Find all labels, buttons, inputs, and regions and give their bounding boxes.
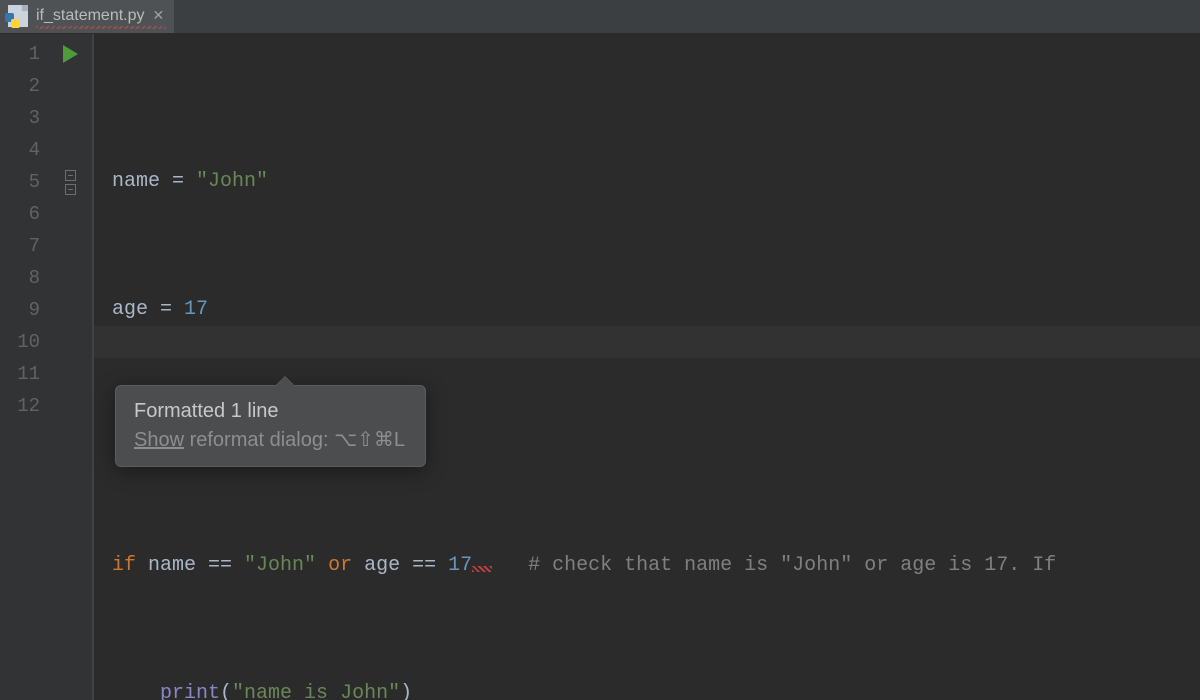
tab-bar: if_statement.py ✕ — [0, 0, 1200, 34]
line-number: 7 — [0, 230, 40, 262]
code-line: if name == "John" or age == 17 # check t… — [112, 550, 1200, 582]
fold-region-icon[interactable] — [65, 170, 76, 195]
current-line-highlight — [94, 326, 1200, 358]
shortcut-label: ⌥⇧⌘L — [334, 429, 405, 451]
code-line: age = 17 — [112, 294, 1200, 326]
line-number: 4 — [0, 134, 40, 166]
line-number: 2 — [0, 70, 40, 102]
line-number: 11 — [0, 358, 40, 390]
tooltip-subtitle: Show reformat dialog: ⌥⇧⌘L — [134, 427, 405, 452]
close-icon[interactable]: ✕ — [153, 8, 165, 25]
line-number: 5 — [0, 166, 40, 198]
show-link[interactable]: Show — [134, 429, 184, 451]
code-line: print("name is John") — [112, 678, 1200, 700]
gutter-icon-column — [48, 34, 92, 700]
line-number: 12 — [0, 390, 40, 422]
code-editor[interactable]: 1 2 3 4 5 6 7 8 9 10 11 12 name = "John"… — [0, 34, 1200, 700]
syntax-error-icon — [472, 566, 492, 572]
line-number: 9 — [0, 294, 40, 326]
line-number: 10 — [0, 326, 40, 358]
code-line: name = "John" — [112, 166, 1200, 198]
line-number: 1 — [0, 38, 40, 70]
line-number: 3 — [0, 102, 40, 134]
line-number: 8 — [0, 262, 40, 294]
file-tab[interactable]: if_statement.py ✕ — [0, 0, 174, 33]
line-number-gutter: 1 2 3 4 5 6 7 8 9 10 11 12 — [0, 34, 48, 700]
python-file-icon — [8, 5, 28, 27]
tab-filename: if_statement.py — [36, 7, 145, 25]
run-icon[interactable] — [63, 45, 78, 63]
line-number: 6 — [0, 198, 40, 230]
code-area[interactable]: name = "John" age = 17 if name == "John"… — [94, 34, 1200, 700]
tab-error-underline — [36, 26, 166, 29]
reformat-notification-popup: Formatted 1 line Show reformat dialog: ⌥… — [115, 385, 426, 467]
tooltip-title: Formatted 1 line — [134, 400, 405, 423]
